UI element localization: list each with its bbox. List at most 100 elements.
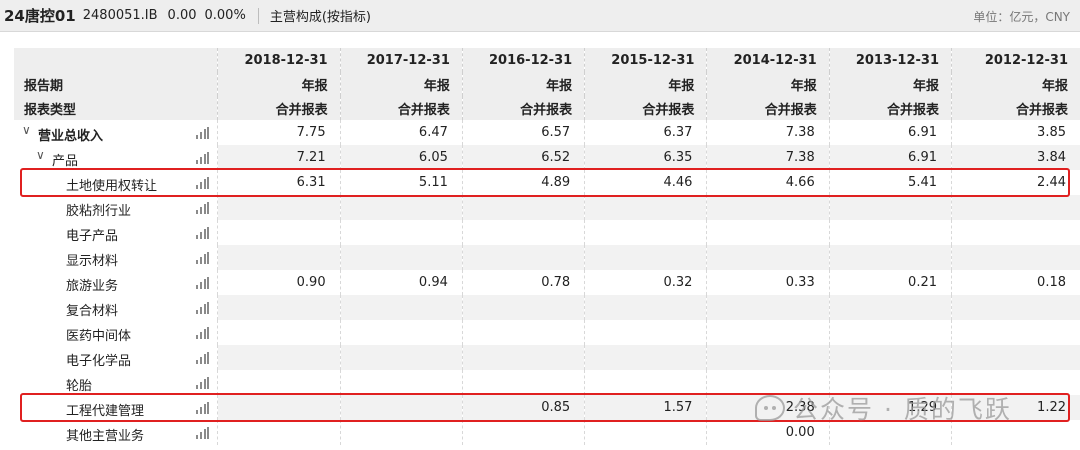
table-row: 电子化学品	[14, 345, 1080, 370]
table-cell	[706, 195, 830, 220]
table-cell	[217, 220, 341, 245]
table-cell: 1.22	[951, 395, 1080, 420]
table-cell	[706, 245, 830, 270]
row-label: 电子化学品	[66, 354, 132, 369]
table-cell	[461, 320, 585, 345]
header-row: 2018-12-31 2017-12-31 2016-12-31 2015-12-31…	[14, 48, 1080, 72]
table-cell	[339, 420, 463, 445]
table-cell	[951, 195, 1080, 220]
bar-chart-icon[interactable]	[196, 227, 210, 239]
row-label: 医药中间体	[66, 329, 132, 344]
bar-chart-icon[interactable]	[196, 352, 210, 364]
section-title[interactable]: 主营构成(按指标)	[270, 6, 371, 25]
table-cell: 7.38	[706, 145, 830, 170]
bar-chart-icon[interactable]	[196, 302, 210, 314]
header-label: 报告期	[14, 72, 218, 96]
table-cell	[217, 370, 341, 395]
table-cell	[584, 195, 707, 220]
row-label-cell: 复合材料	[14, 295, 218, 320]
table-cell	[706, 295, 830, 320]
header-row: 报表类型 合并报表 合并报表 合并报表 合并报表 合并报表 合并报表 合并报表	[14, 96, 1080, 120]
row-label-cell: 电子产品	[14, 220, 218, 245]
column-header-period: 年报	[706, 72, 830, 96]
row-label: 土地使用权转让	[66, 179, 158, 194]
column-header-date[interactable]: 2014-12-31	[706, 48, 830, 72]
row-label: 复合材料	[66, 304, 119, 319]
table-cell	[339, 345, 463, 370]
expand-chevron-icon[interactable]: ∨	[22, 123, 31, 137]
table-cell	[584, 420, 707, 445]
row-label-cell: 电子化学品	[14, 345, 218, 370]
table-cell	[461, 245, 585, 270]
table-cell	[584, 245, 707, 270]
bar-chart-icon[interactable]	[196, 427, 210, 439]
header-label: 报表类型	[14, 96, 218, 120]
table-cell: 0.78	[461, 270, 585, 295]
table-cell	[217, 395, 341, 420]
bar-chart-icon[interactable]	[196, 377, 210, 389]
table-cell: 5.41	[828, 170, 952, 195]
table-cell	[339, 295, 463, 320]
table-row: ∨ 产品 7.21 6.05 6.52 6.35 7.38 6.91 3.84	[14, 145, 1080, 170]
table-cell: 6.52	[461, 145, 585, 170]
table-cell	[339, 195, 463, 220]
table-cell	[217, 245, 341, 270]
column-header-date[interactable]: 2013-12-31	[828, 48, 952, 72]
table-cell	[828, 245, 952, 270]
table-cell: 0.21	[828, 270, 952, 295]
table-cell: 2.44	[951, 170, 1080, 195]
table-cell	[217, 320, 341, 345]
table-cell	[706, 345, 830, 370]
column-header-date[interactable]: 2018-12-31	[217, 48, 341, 72]
table-row: 电子产品	[14, 220, 1080, 245]
bar-chart-icon[interactable]	[196, 152, 210, 164]
row-label: 其他主营业务	[66, 429, 145, 444]
table-cell	[828, 345, 952, 370]
column-header-date[interactable]: 2017-12-31	[339, 48, 463, 72]
expand-chevron-icon[interactable]: ∨	[36, 148, 45, 162]
table-cell	[339, 370, 463, 395]
table-cell	[217, 295, 341, 320]
bar-chart-icon[interactable]	[196, 177, 210, 189]
row-label-cell: ∨ 产品	[14, 145, 218, 170]
row-label-cell: 轮胎	[14, 370, 218, 395]
table-cell	[461, 220, 585, 245]
table-row: 胶粘剂行业	[14, 195, 1080, 220]
table-cell: 6.05	[339, 145, 463, 170]
column-header-date[interactable]: 2015-12-31	[584, 48, 707, 72]
table-cell: 6.91	[828, 145, 952, 170]
bar-chart-icon[interactable]	[196, 327, 210, 339]
row-label-cell: 工程代建管理	[14, 395, 218, 420]
row-label: 轮胎	[66, 379, 93, 394]
table-cell: 1.29	[828, 395, 952, 420]
table-cell: 2.38	[706, 395, 830, 420]
table-cell: 5.11	[339, 170, 463, 195]
column-header-date[interactable]: 2016-12-31	[461, 48, 585, 72]
table-cell: 6.37	[584, 120, 707, 145]
table-row: 医药中间体	[14, 320, 1080, 345]
bond-name: 24唐控01	[4, 7, 76, 25]
table-cell	[339, 220, 463, 245]
price-change: 0.00	[167, 8, 197, 23]
table-cell: 0.94	[339, 270, 463, 295]
column-header-period: 年报	[951, 72, 1080, 96]
table-row: 复合材料	[14, 295, 1080, 320]
table-cell: 6.91	[828, 120, 952, 145]
table-cell	[951, 420, 1080, 445]
table-cell: 0.90	[217, 270, 341, 295]
table-cell	[828, 320, 952, 345]
row-label-cell: 医药中间体	[14, 320, 218, 345]
bar-chart-icon[interactable]	[196, 127, 210, 139]
bar-chart-icon[interactable]	[196, 202, 210, 214]
table-cell: 6.31	[217, 170, 341, 195]
table-cell: 4.89	[461, 170, 585, 195]
column-header-type: 合并报表	[217, 96, 341, 120]
column-header-type: 合并报表	[584, 96, 707, 120]
row-label: 显示材料	[66, 254, 119, 269]
table-cell: 0.00	[706, 420, 830, 445]
column-header-date[interactable]: 2012-12-31	[951, 48, 1080, 72]
bar-chart-icon[interactable]	[196, 402, 210, 414]
bar-chart-icon[interactable]	[196, 277, 210, 289]
bar-chart-icon[interactable]	[196, 252, 210, 264]
column-header-period: 年报	[461, 72, 585, 96]
